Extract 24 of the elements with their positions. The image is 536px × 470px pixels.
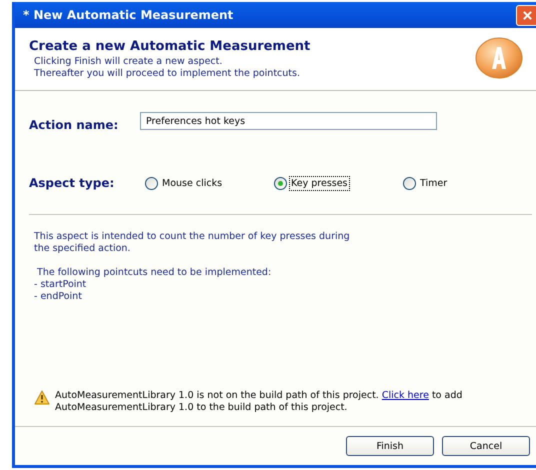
- close-icon: [522, 10, 532, 20]
- page-title: Create a new Automatic Measurement: [29, 38, 310, 54]
- radio-button[interactable]: [145, 176, 158, 190]
- cancel-button[interactable]: Cancel: [442, 436, 530, 456]
- pointcut-item: - endPoint: [34, 291, 83, 303]
- field-label: Aspect type:: [29, 176, 116, 190]
- action-name-field[interactable]: Preferences hot keys: [140, 112, 437, 130]
- field-label: Action name:: [29, 118, 120, 132]
- warning-icon: [34, 390, 50, 405]
- warning-message: AutoMeasurementLibrary 1.0 is not on the build path of this project. Click here to add AutoMeasurementLibrary 1.0 to the build path of this project.: [55, 390, 464, 414]
- a-logo-icon: [474, 37, 524, 81]
- pointcuts-heading: The following pointcuts need to be implemented:: [36, 267, 272, 279]
- page-description: Clicking Finish will create a new aspect. Thereafter you will proceed to implement the pointcuts.: [33, 56, 301, 80]
- close-button[interactable]: [516, 4, 536, 26]
- aspect-description: This aspect is intended to count the number of key presses during the specified action.: [34, 231, 351, 255]
- radio-label[interactable]: Mouse clicks: [161, 176, 224, 190]
- radio-button[interactable]: [403, 176, 416, 190]
- radio-label[interactable]: Key presses: [290, 176, 349, 190]
- window-title: * New Automatic Measurement: [23, 8, 234, 22]
- click-here-link[interactable]: Click here: [382, 390, 429, 401]
- pointcut-item: - startPoint: [34, 279, 88, 291]
- radio-button[interactable]: [274, 176, 287, 190]
- radio-label[interactable]: Timer: [419, 176, 448, 190]
- finish-button[interactable]: Finish: [346, 436, 434, 456]
